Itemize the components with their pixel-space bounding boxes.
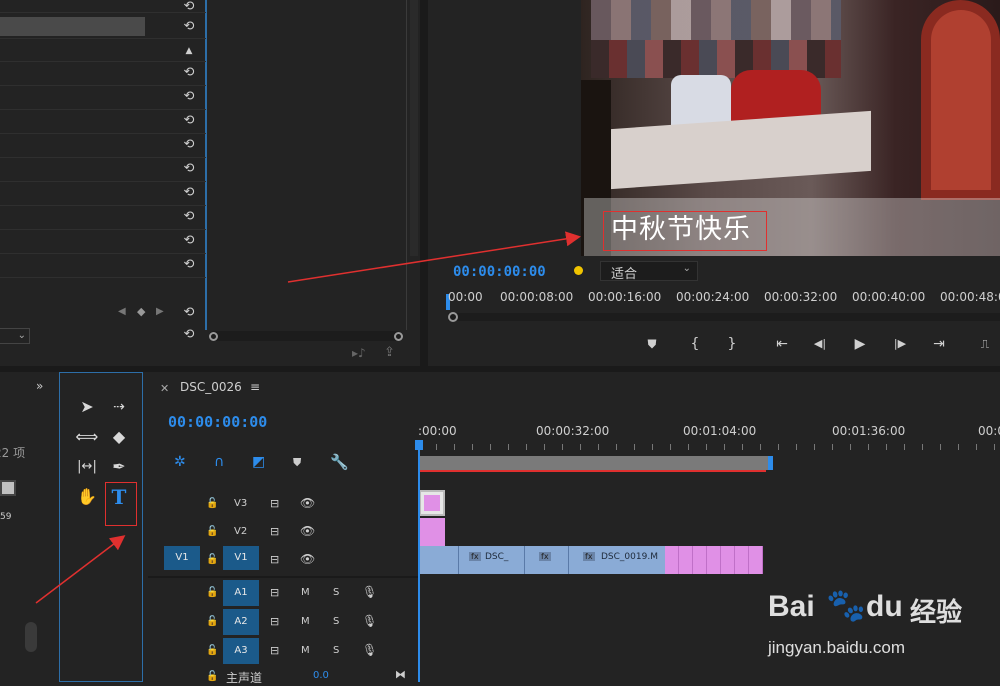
watermark-brand: du <box>866 590 903 623</box>
annotation-arrow <box>287 231 581 283</box>
annotation-arrows <box>35 231 581 604</box>
watermark-brand-cn: 经验 <box>910 598 963 628</box>
watermark-brand: Bai <box>768 590 815 623</box>
annotation-arrow <box>35 535 126 604</box>
watermark-url: jingyan.baidu.com <box>768 638 906 657</box>
baidu-watermark: Bai 🐾 du 经验 jingyan.baidu.com <box>768 586 998 666</box>
paw-icon: 🐾 <box>826 586 866 624</box>
